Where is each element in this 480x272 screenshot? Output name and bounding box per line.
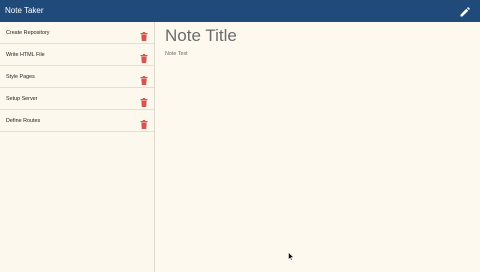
trash-icon	[140, 32, 148, 41]
pencil-icon	[460, 7, 470, 17]
note-list: Create Repository Write HTML File Style …	[0, 22, 154, 132]
trash-icon	[140, 120, 148, 129]
note-item-title: Style Pages	[6, 74, 35, 80]
note-text-area[interactable]: Note Text	[165, 50, 465, 58]
delete-note-button[interactable]	[140, 50, 148, 63]
note-item-title: Write HTML File	[6, 52, 45, 58]
trash-icon	[140, 98, 148, 107]
note-item[interactable]: Setup Server	[0, 88, 154, 110]
note-item-title: Setup Server	[6, 96, 38, 102]
delete-note-button[interactable]	[140, 28, 148, 41]
note-item[interactable]: Define Routes	[0, 110, 154, 132]
note-list-sidebar: Create Repository Write HTML File Style …	[0, 22, 155, 272]
note-title-input[interactable]: Note Title	[165, 25, 465, 47]
delete-note-button[interactable]	[140, 116, 148, 129]
navbar: Note Taker	[0, 0, 480, 22]
note-item[interactable]: Write HTML File	[0, 44, 154, 66]
mouse-cursor-icon	[288, 252, 294, 261]
note-item[interactable]: Style Pages	[0, 66, 154, 88]
note-item-title: Create Repository	[6, 30, 50, 36]
new-note-button[interactable]	[459, 5, 471, 17]
delete-note-button[interactable]	[140, 94, 148, 107]
note-editor: Note Title Note Text	[155, 22, 480, 272]
delete-note-button[interactable]	[140, 72, 148, 85]
note-item-title: Define Routes	[6, 118, 41, 124]
trash-icon	[140, 76, 148, 85]
trash-icon	[140, 54, 148, 63]
note-item[interactable]: Create Repository	[0, 22, 154, 44]
navbar-brand[interactable]: Note Taker	[5, 5, 44, 17]
